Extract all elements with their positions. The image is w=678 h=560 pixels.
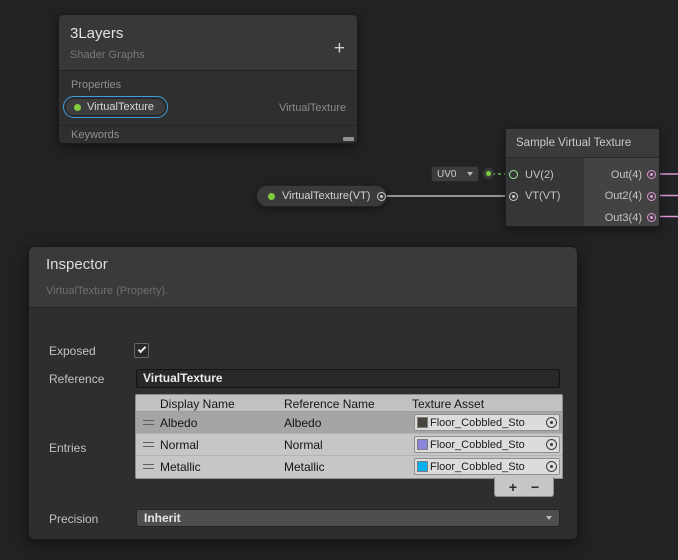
output-label-out1: Out(4) (611, 169, 642, 181)
property-type-label: VirtualTexture (279, 102, 346, 114)
texture-name: Floor_Cobbled_Sto (430, 417, 525, 429)
display-name-cell[interactable]: Metallic (160, 460, 201, 474)
remove-entry-button[interactable]: − (531, 480, 539, 494)
texture-asset-field[interactable]: Floor_Cobbled_Sto (414, 436, 560, 453)
entries-label: Entries (49, 441, 86, 455)
out2-port-icon[interactable] (647, 192, 656, 201)
chevron-down-icon (546, 516, 552, 520)
table-row-metallic[interactable]: Metallic Metallic Floor_Cobbled_Sto (136, 456, 562, 478)
output-label-out2: Out2(4) (605, 190, 642, 202)
entries-list-toolbar: + − (494, 477, 554, 497)
column-texture-asset: Texture Asset (412, 397, 484, 411)
reference-name-cell[interactable]: Normal (284, 438, 323, 452)
table-row-normal[interactable]: Normal Normal Floor_Cobbled_Sto (136, 434, 562, 456)
display-name-cell[interactable]: Normal (160, 438, 199, 452)
check-icon (138, 345, 146, 353)
properties-section-label: Properties (71, 79, 121, 91)
inspector-subtitle: VirtualTexture (Property). (46, 285, 168, 297)
drag-handle-icon[interactable] (143, 420, 154, 425)
property-dot-icon (74, 104, 81, 111)
property-pill-virtualtexture[interactable]: VirtualTexture (65, 98, 166, 116)
column-display-name: Display Name (160, 397, 235, 411)
vt-input-port-icon[interactable] (509, 192, 518, 201)
graph-title: 3Layers (70, 25, 123, 42)
blackboard-panel: 3Layers Shader Graphs + Properties Virtu… (58, 14, 358, 144)
reference-input[interactable]: VirtualTexture (136, 369, 560, 388)
add-entry-button[interactable]: + (509, 480, 517, 494)
texture-swatch (417, 417, 428, 428)
inspector-panel: Inspector VirtualTexture (Property). Exp… (28, 246, 578, 540)
texture-swatch (417, 439, 428, 450)
inspector-header[interactable]: Inspector VirtualTexture (Property). (29, 247, 577, 308)
input-label-vt: VT(VT) (525, 190, 560, 202)
node-title[interactable]: Sample Virtual Texture (506, 129, 659, 158)
chevron-down-icon (467, 172, 473, 176)
texture-name: Floor_Cobbled_Sto (430, 439, 525, 451)
reference-name-cell[interactable]: Albedo (284, 416, 321, 430)
out3-port-icon[interactable] (647, 213, 656, 222)
property-output-port-icon[interactable] (377, 192, 386, 201)
blackboard-header[interactable]: 3Layers Shader Graphs + (59, 15, 357, 71)
input-label-uv: UV(2) (525, 169, 554, 181)
texture-name: Floor_Cobbled_Sto (430, 461, 525, 473)
sample-virtual-texture-node[interactable]: Sample Virtual Texture UV(2) VT(VT) Out(… (505, 128, 660, 227)
shader-graph-window: { "colors": { "background": "#212223", "… (0, 0, 678, 560)
drag-handle-icon[interactable] (143, 442, 154, 447)
entries-table: Display Name Reference Name Texture Asse… (135, 394, 563, 479)
drag-handle-icon[interactable] (143, 464, 154, 469)
precision-dropdown[interactable]: Inherit (136, 509, 560, 527)
out1-port-icon[interactable] (647, 170, 656, 179)
default-uv-dot-icon (483, 168, 494, 179)
resize-handle[interactable] (343, 137, 354, 141)
texture-asset-field[interactable]: Floor_Cobbled_Sto (414, 458, 560, 475)
reference-name-cell[interactable]: Metallic (284, 460, 325, 474)
display-name-cell[interactable]: Albedo (160, 416, 197, 430)
object-picker-icon[interactable] (546, 461, 557, 472)
exposed-label: Exposed (49, 344, 96, 358)
texture-swatch (417, 461, 428, 472)
reference-label: Reference (49, 372, 104, 386)
exposed-checkbox[interactable] (134, 343, 149, 358)
uv-channel-dropdown[interactable]: UV0 (431, 166, 479, 182)
precision-value: Inherit (144, 511, 181, 525)
property-dot-icon (268, 193, 275, 200)
property-node-label: VirtualTexture(VT) (282, 190, 370, 202)
table-row-albedo[interactable]: Albedo Albedo Floor_Cobbled_Sto (136, 412, 562, 434)
keywords-section-label: Keywords (71, 129, 119, 141)
property-pill-selection: VirtualTexture (63, 96, 168, 118)
virtualtexture-property-node[interactable]: VirtualTexture(VT) (256, 185, 387, 207)
object-picker-icon[interactable] (546, 417, 557, 428)
add-property-button[interactable]: + (334, 39, 345, 58)
uv-input-port-icon[interactable] (509, 170, 518, 179)
entries-table-header: Display Name Reference Name Texture Asse… (136, 395, 562, 412)
column-reference-name: Reference Name (284, 397, 375, 411)
precision-label: Precision (49, 512, 98, 526)
property-name: VirtualTexture (87, 101, 154, 113)
uv-channel-value: UV0 (437, 169, 456, 180)
section-divider (59, 125, 357, 126)
object-picker-icon[interactable] (546, 439, 557, 450)
texture-asset-field[interactable]: Floor_Cobbled_Sto (414, 414, 560, 431)
inspector-title: Inspector (46, 256, 108, 273)
output-label-out3: Out3(4) (605, 212, 642, 224)
graph-subtitle: Shader Graphs (70, 49, 145, 61)
